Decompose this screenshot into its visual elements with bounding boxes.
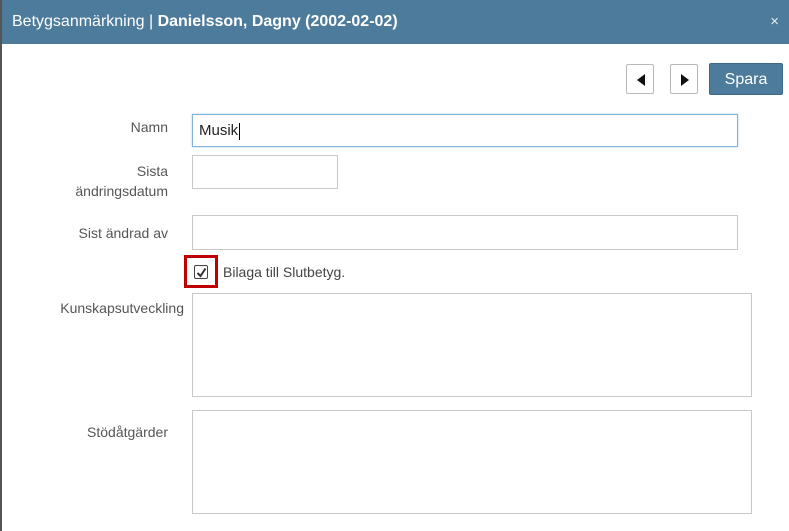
previous-button[interactable] — [626, 64, 654, 94]
next-button[interactable] — [670, 64, 698, 94]
last-changed-by-label: Sist ändrad av — [78, 225, 169, 241]
dialog-title: Betygsanmärkning | Danielsson, Dagny (20… — [12, 0, 398, 44]
name-input-value: Musik — [199, 122, 239, 139]
close-icon[interactable]: × — [770, 0, 779, 44]
attachment-checkbox[interactable] — [194, 265, 208, 279]
triangle-left-icon — [637, 74, 645, 86]
save-button[interactable]: Spara — [709, 63, 783, 95]
support-measures-label: Stödåtgärder — [87, 424, 168, 440]
dialog-title-prefix: Betygsanmärkning | — [12, 13, 158, 30]
knowledge-development-textarea[interactable] — [192, 293, 752, 397]
name-label: Namn — [130, 119, 168, 135]
last-changed-date-field[interactable] — [192, 155, 338, 189]
knowledge-development-label: Kunskapsutveckling — [60, 300, 184, 316]
support-measures-textarea[interactable] — [192, 410, 752, 514]
text-caret — [239, 122, 241, 140]
dialog-titlebar: Betygsanmärkning | Danielsson, Dagny (20… — [2, 0, 789, 44]
grade-remark-dialog: Betygsanmärkning | Danielsson, Dagny (20… — [0, 0, 789, 531]
last-changed-date-label-line2: ändringsdatum — [75, 183, 168, 199]
last-changed-date-label-line1: Sista — [136, 163, 168, 179]
attachment-checkbox-label: Bilaga till Slutbetyg. — [223, 264, 346, 280]
triangle-right-icon — [681, 74, 689, 86]
name-input[interactable]: Musik — [192, 114, 738, 147]
last-changed-by-field[interactable] — [192, 215, 738, 250]
checkmark-icon — [196, 267, 207, 278]
dialog-title-student: Danielsson, Dagny (2002-02-02) — [157, 13, 398, 30]
